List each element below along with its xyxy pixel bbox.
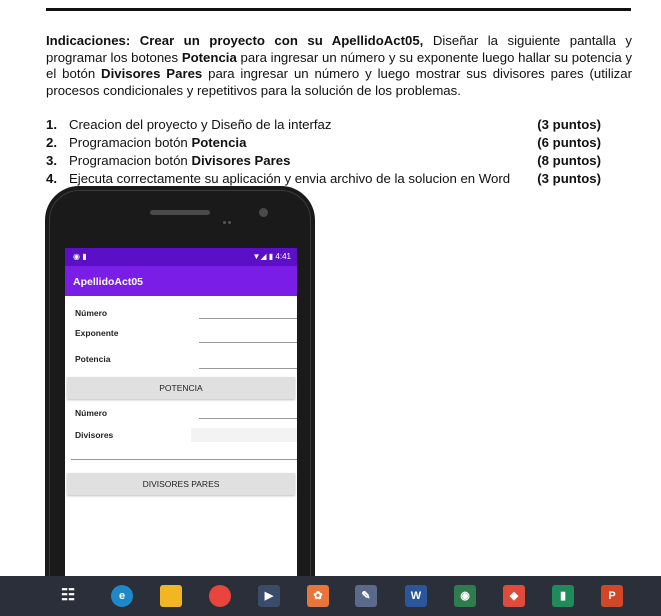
exponente-label: Exponente — [75, 328, 119, 338]
task-item: 2. Programacion botón Potencia (6 puntos) — [46, 134, 606, 152]
task-description: Ejecuta correctamente su aplicación y en… — [69, 171, 511, 186]
app-green-icon[interactable]: ▮ — [552, 585, 574, 607]
media-player-icon[interactable]: ▶ — [258, 585, 280, 607]
task-description: Programacion botón — [69, 153, 192, 168]
file-explorer-icon[interactable] — [160, 585, 182, 607]
task-points: (3 puntos) — [535, 116, 601, 134]
chrome-icon[interactable] — [209, 585, 231, 607]
status-left-icons: ◉ ▮ — [73, 252, 87, 261]
task-number: 4. — [46, 171, 57, 186]
status-bar: ◉ ▮ ▼◢ ▮ 4:41 — [65, 248, 297, 266]
task-list: 1. Creacion del proyecto y Diseño de la i… — [46, 116, 606, 188]
task-text: Programacion botón Potencia — [69, 134, 246, 152]
task-bold-label: Potencia — [191, 135, 247, 150]
android-studio-icon[interactable]: ◉ — [454, 585, 476, 607]
task-points: (8 puntos) — [535, 152, 601, 170]
status-right: ▼◢ ▮ 4:41 — [252, 252, 291, 261]
numero-label: Número — [75, 308, 108, 318]
task-view-icon[interactable]: ☷ — [57, 585, 79, 607]
top-rule — [46, 8, 631, 11]
divisores-output — [191, 428, 297, 442]
edge-icon[interactable]: e — [111, 585, 133, 607]
phone-speaker — [150, 210, 210, 215]
task-text: Creacion del proyecto y Diseño de la int… — [69, 116, 331, 134]
numero-input[interactable] — [199, 318, 297, 319]
word-icon[interactable]: W — [405, 585, 427, 607]
app-orange-icon[interactable]: ✿ — [307, 585, 329, 607]
signal-battery-icons: ▼◢ ▮ — [252, 252, 274, 261]
phone-camera — [259, 208, 268, 217]
task-bold-label: Divisores Pares — [191, 153, 291, 168]
task-number: 2. — [46, 135, 57, 150]
divisores-label: Divisores — [75, 430, 114, 440]
potencia-output — [199, 368, 297, 369]
task-points: (3 puntos) — [535, 170, 601, 188]
divisores-pares-button[interactable]: DIVISORES PARES — [67, 473, 295, 495]
task-item: 1. Creacion del proyecto y Diseño de la i… — [46, 116, 606, 134]
potencia-label: Potencia — [75, 354, 111, 364]
windows-taskbar: ☷ e ▶ ✿ ✎ W ◉ ◆ ▮ P — [0, 576, 661, 616]
divisores-separator — [71, 459, 297, 460]
task-description: Creacion del proyecto y Diseño de la int… — [69, 117, 332, 132]
phone-mockup: ◉ ▮ ▼◢ ▮ 4:41 ApellidoAct05 Número Expon… — [45, 186, 315, 616]
status-time: 4:41 — [275, 252, 291, 261]
app-bar: ApellidoAct05 — [65, 266, 297, 296]
numero2-input[interactable] — [199, 418, 297, 419]
task-number: 3. — [46, 153, 57, 168]
potencia-button[interactable]: POTENCIA — [67, 377, 295, 399]
app-pen-icon[interactable]: ✎ — [355, 585, 377, 607]
exponente-input[interactable] — [199, 342, 297, 343]
intro-bold-text: Divisores Pares — [101, 66, 203, 81]
phone-screen: ◉ ▮ ▼◢ ▮ 4:41 ApellidoAct05 Número Expon… — [65, 248, 297, 616]
task-number: 1. — [46, 117, 57, 132]
task-text: Programacion botón Divisores Pares — [69, 152, 290, 170]
numero2-label: Número — [75, 408, 108, 418]
intro-bold-text: Indicaciones: Crear un proyecto con su A… — [46, 33, 424, 48]
phone-sensor-dots — [223, 211, 237, 224]
powerpoint-icon[interactable]: P — [601, 585, 623, 607]
intro-bold-text: Potencia — [181, 49, 237, 65]
instructions-paragraph: Indicaciones: Crear un proyecto con su A… — [46, 33, 632, 99]
task-description: Programacion botón — [69, 135, 192, 150]
task-item: 3. Programacion botón Divisores Pares (8 p… — [46, 152, 606, 170]
app-title: ApellidoAct05 — [73, 276, 144, 288]
task-points: (6 puntos) — [535, 134, 601, 152]
app-red-icon[interactable]: ◆ — [503, 585, 525, 607]
